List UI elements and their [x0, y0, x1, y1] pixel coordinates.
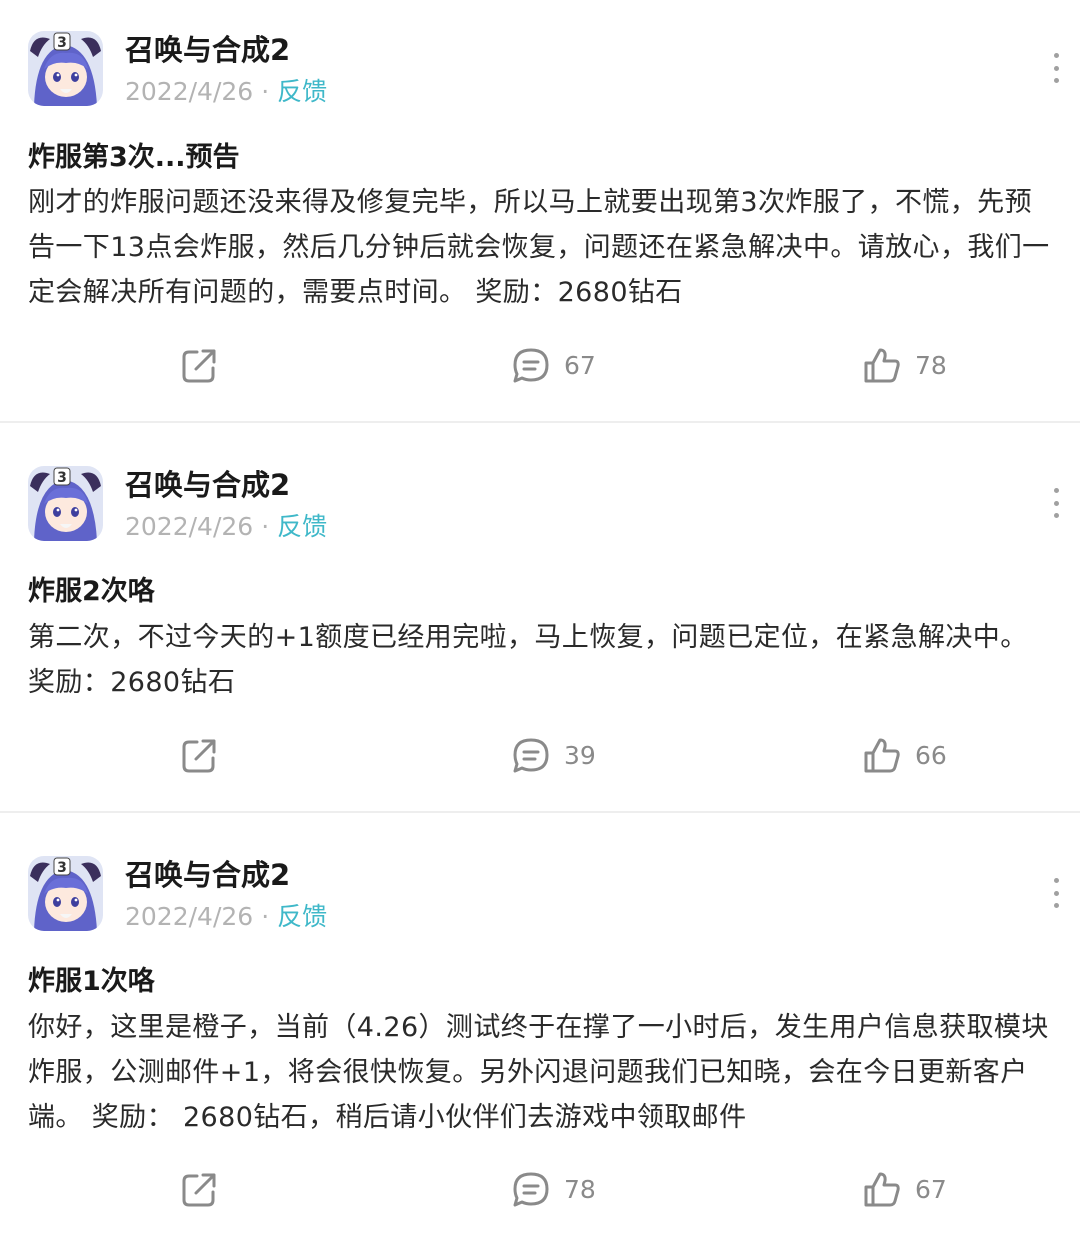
post-title: 炸服1次咯 — [28, 966, 155, 997]
comment-count: 67 — [564, 351, 596, 380]
comment-count: 39 — [564, 741, 596, 770]
like-count: 67 — [915, 1175, 947, 1204]
comment-button[interactable]: 39 — [510, 736, 596, 776]
share-icon — [179, 346, 219, 386]
comment-button[interactable]: 67 — [510, 346, 596, 386]
post-card[interactable]: 召唤与合成2 2022/4/26 · 反馈 炸服1次咯 你好，这里是橙子，当前（4.… — [0, 814, 1080, 1235]
like-button[interactable]: 67 — [861, 1170, 947, 1210]
like-button[interactable]: 66 — [861, 736, 947, 776]
post-title: 炸服2次咯 — [28, 576, 155, 607]
post-divider — [0, 811, 1080, 813]
post-date: 2022/4/26 — [125, 77, 254, 106]
more-vertical-icon[interactable] — [1046, 488, 1066, 518]
thumbs-up-icon — [861, 1170, 903, 1210]
avatar[interactable] — [28, 856, 103, 931]
more-vertical-icon[interactable] — [1046, 878, 1066, 908]
like-count: 78 — [915, 351, 947, 380]
post-meta: 2022/4/26 · 反馈 — [125, 901, 327, 933]
meta-separator: · — [261, 512, 270, 541]
comment-button[interactable]: 78 — [510, 1170, 596, 1210]
like-count: 66 — [915, 741, 947, 770]
post-date: 2022/4/26 — [125, 902, 254, 931]
post-divider — [0, 421, 1080, 423]
post-body: 第二次，不过今天的+1额度已经用完啦，马上恢复，问题已定位，在紧急解决中。 奖励… — [28, 622, 1028, 698]
share-button[interactable] — [179, 346, 219, 386]
comment-count: 78 — [564, 1175, 596, 1204]
comment-icon — [510, 1170, 552, 1210]
post-card[interactable]: 召唤与合成2 2022/4/26 · 反馈 炸服第3次...预告 刚才的炸服问题还没… — [0, 0, 1080, 420]
share-icon — [179, 736, 219, 776]
comment-icon — [510, 736, 552, 776]
more-vertical-icon[interactable] — [1046, 53, 1066, 83]
author-name[interactable]: 召唤与合成2 — [125, 467, 290, 503]
post-body: 你好，这里是橙子，当前（4.26）测试终于在撑了一小时后，发生用户信息获取模块炸… — [28, 1012, 1049, 1133]
share-button[interactable] — [179, 1170, 219, 1210]
share-icon — [179, 1170, 219, 1210]
like-button[interactable]: 78 — [861, 346, 947, 386]
avatar[interactable] — [28, 466, 103, 541]
category-tag[interactable]: 反馈 — [277, 902, 327, 931]
post-body: 刚才的炸服问题还没来得及修复完毕，所以马上就要出现第3次炸服了，不慌，先预告一下… — [28, 187, 1050, 308]
post-meta: 2022/4/26 · 反馈 — [125, 511, 327, 543]
post-card[interactable]: 召唤与合成2 2022/4/26 · 反馈 炸服2次咯 第二次，不过今天的+1额度已… — [0, 424, 1080, 810]
author-name[interactable]: 召唤与合成2 — [125, 857, 290, 893]
thumbs-up-icon — [861, 346, 903, 386]
meta-separator: · — [261, 77, 270, 106]
post-date: 2022/4/26 — [125, 512, 254, 541]
author-name[interactable]: 召唤与合成2 — [125, 32, 290, 68]
post-title: 炸服第3次...预告 — [28, 142, 240, 173]
thumbs-up-icon — [861, 736, 903, 776]
category-tag[interactable]: 反馈 — [277, 512, 327, 541]
share-button[interactable] — [179, 736, 219, 776]
category-tag[interactable]: 反馈 — [277, 77, 327, 106]
avatar[interactable] — [28, 31, 103, 106]
comment-icon — [510, 346, 552, 386]
meta-separator: · — [261, 902, 270, 931]
post-meta: 2022/4/26 · 反馈 — [125, 76, 327, 108]
